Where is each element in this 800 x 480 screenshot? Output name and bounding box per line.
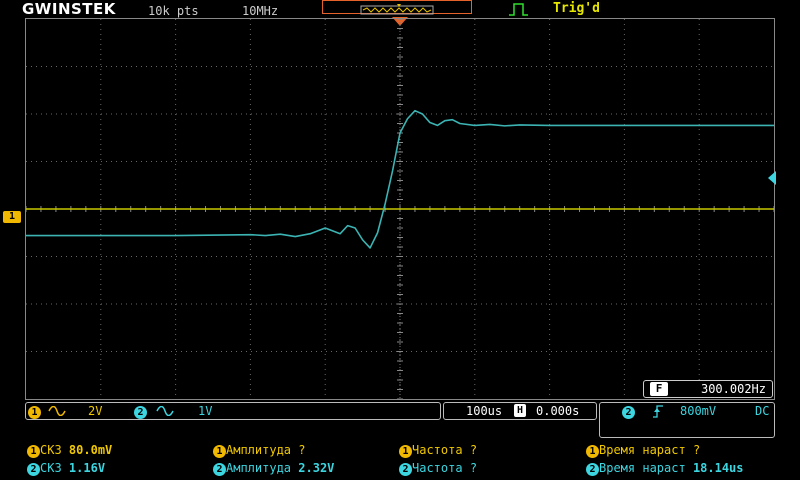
measurement-ch1-frequency: 1 Частота ? [399, 443, 477, 458]
trigger-source: 2 [622, 404, 635, 419]
ch1-ground-marker[interactable]: 1 [3, 211, 21, 223]
measurement-ch1-rise-time: 1 Время нараст ? [586, 443, 700, 458]
rising-edge-icon [653, 405, 663, 418]
measurement-ch2-frequency: 2 Частота ? [399, 461, 477, 476]
horizontal-position-icon: H [514, 404, 526, 417]
ch2-scale: 1V [198, 404, 213, 418]
trigger-edge-icon [509, 3, 528, 16]
measurement-ch2-rms: 2 СКЗ 1.16V [27, 461, 105, 476]
overview-wave [360, 4, 434, 15]
ch1-scale: 2V [88, 404, 103, 418]
ch2-indicator[interactable]: 2 [134, 404, 147, 419]
ch1-ac-coupling-icon [48, 406, 66, 416]
ch2-number: 2 [134, 406, 147, 419]
measurement-ch1-amplitude: 1 Амплитуда ? [213, 443, 306, 458]
waveform-display[interactable] [25, 18, 775, 400]
measurement-ch2-rise-time: 2 Время нараст 18.14us [586, 461, 744, 476]
sample-rate: 10MHz [242, 4, 279, 18]
measurement-ch2-amplitude: 2 Амплитуда 2.32V [213, 461, 334, 476]
ch1-indicator[interactable]: 1 [28, 404, 41, 419]
trigger-level-marker-icon[interactable] [766, 171, 776, 185]
trigger-status: Trig'd [553, 1, 600, 16]
timebase-position: 0.000s [536, 404, 580, 418]
channel-status-bar[interactable]: 1 2V 2 1V [25, 402, 441, 420]
frequency-counter: F 300.002Hz [643, 380, 773, 398]
ch2-ac-coupling-icon [156, 406, 174, 416]
trigger-coupling: DC [755, 404, 770, 418]
brand-logo: GWINSTEK [22, 0, 116, 18]
measurement-ch1-rms: 1 СКЗ 80.0mV [27, 443, 112, 458]
frequency-badge: F [650, 382, 668, 396]
record-length: 10k pts [148, 4, 199, 18]
trigger-settings[interactable]: 2 800mV DC [599, 402, 775, 438]
timebase-status[interactable]: 100us H 0.000s [443, 402, 597, 420]
measurement-panel: 1 СКЗ 80.0mV 1 Амплитуда ? 1 Частота ? 1 Вре… [0, 441, 800, 480]
timebase-scale: 100us [466, 404, 503, 418]
trigger-level: 800mV [680, 404, 717, 418]
frequency-value: 300.002Hz [700, 382, 766, 396]
waveform-overview[interactable] [322, 0, 472, 15]
ch1-number: 1 [28, 406, 41, 419]
